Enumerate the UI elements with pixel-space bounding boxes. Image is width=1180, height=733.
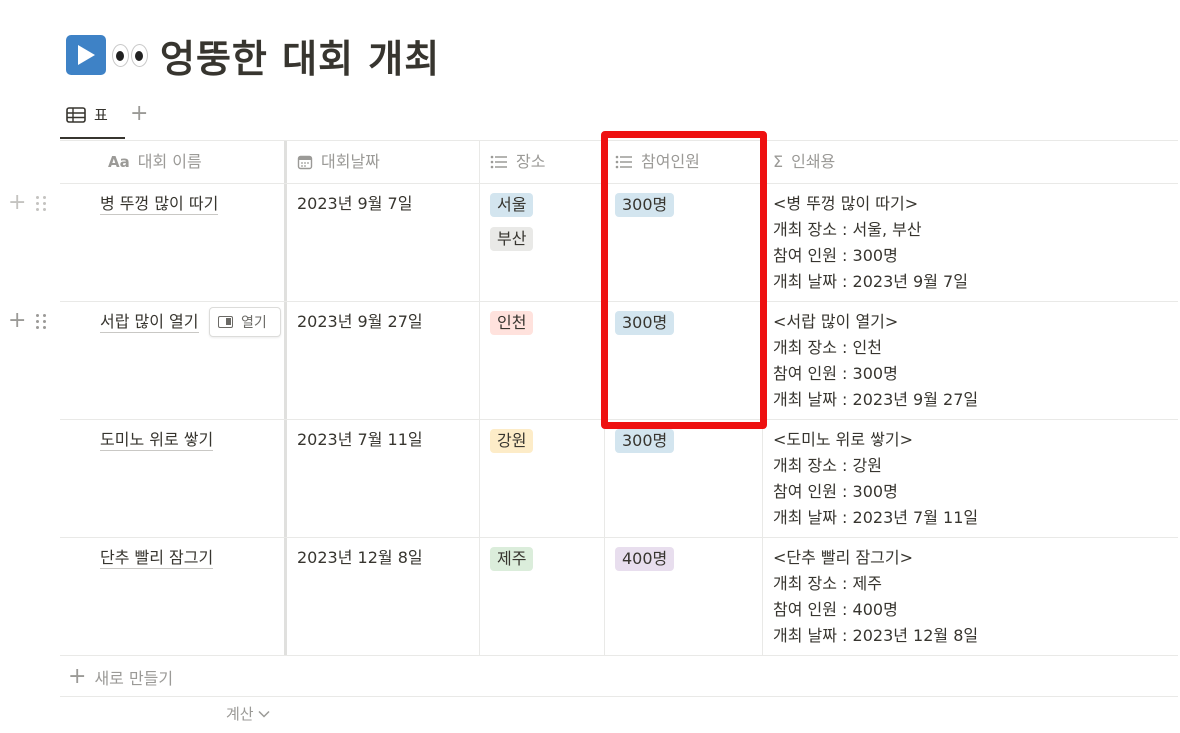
print-line: 개최 날짜 : 2023년 9월 7일 — [773, 272, 968, 291]
column-header-print[interactable]: Σ 인쇄용 — [763, 141, 1178, 183]
place-cell[interactable]: 강원 — [480, 420, 605, 537]
list-icon — [615, 155, 632, 169]
print-cell[interactable]: <도미노 위로 쌓기> 개최 장소 : 강원 참여 인원 : 300명 개최 날… — [763, 420, 1178, 537]
date-cell[interactable]: 2023년 9월 27일 — [287, 302, 480, 419]
add-row-icon[interactable]: + — [8, 192, 26, 214]
print-line: <병 뚜껑 많이 따기> — [773, 194, 919, 213]
print-line: 개최 날짜 : 2023년 7월 11일 — [773, 508, 979, 527]
title-property-icon: Aa — [108, 153, 130, 171]
print-line: <단추 빨리 잠그기> — [773, 548, 914, 567]
print-line: 참여 인원 : 300명 — [773, 364, 898, 383]
row-title[interactable]: 단추 빨리 잠그기 — [100, 548, 214, 569]
people-cell[interactable]: 400명 — [605, 538, 763, 655]
open-page-button[interactable]: 열기 — [209, 307, 281, 337]
table-header-row: Aa 대회 이름 대회날짜 장소 참여인원 Σ 인쇄용 — [60, 141, 1178, 184]
column-header-place[interactable]: 장소 — [480, 141, 605, 183]
place-cell[interactable]: 제주 — [480, 538, 605, 655]
date-cell[interactable]: 2023년 9월 7일 — [287, 184, 480, 301]
print-line: 개최 장소 : 강원 — [773, 456, 882, 475]
calculate-label: 계산 — [226, 705, 254, 723]
sigma-icon: Σ — [773, 152, 784, 171]
column-header-label: 인쇄용 — [791, 152, 836, 171]
place-tag: 제주 — [490, 547, 534, 571]
list-icon — [490, 155, 507, 169]
table-row[interactable]: 도미노 위로 쌓기 2023년 7월 11일 강원 300명 <도미노 위로 쌓… — [60, 420, 1178, 538]
open-side-peek-icon — [218, 316, 233, 328]
print-line: 개최 날짜 : 2023년 9월 27일 — [773, 390, 979, 409]
row-title[interactable]: 도미노 위로 쌓기 — [100, 430, 214, 451]
name-cell[interactable]: 도미노 위로 쌓기 — [60, 420, 287, 537]
place-tag: 부산 — [490, 227, 534, 251]
add-view-button[interactable]: + — [130, 102, 148, 126]
print-line: 참여 인원 : 300명 — [773, 482, 898, 501]
print-line: 개최 날짜 : 2023년 12월 8일 — [773, 626, 979, 645]
add-row-icon[interactable]: + — [8, 310, 26, 332]
row-title[interactable]: 병 뚜껑 많이 따기 — [100, 194, 219, 215]
chevron-down-icon — [258, 710, 270, 718]
name-cell[interactable]: 단추 빨리 잠그기 — [60, 538, 287, 655]
column-header-date[interactable]: 대회날짜 — [287, 141, 480, 183]
date-cell[interactable]: 2023년 12월 8일 — [287, 538, 480, 655]
calendar-icon — [297, 155, 313, 170]
tab-table-label: 표 — [94, 106, 108, 124]
people-tag: 300명 — [615, 429, 675, 453]
print-cell[interactable]: <단추 빨리 잠그기> 개최 장소 : 제주 참여 인원 : 400명 개최 날… — [763, 538, 1178, 655]
people-tag: 300명 — [615, 311, 675, 335]
date-cell[interactable]: 2023년 7월 11일 — [287, 420, 480, 537]
people-cell[interactable]: 300명 — [605, 420, 763, 537]
people-cell[interactable]: 300명 — [605, 184, 763, 301]
print-line: 개최 장소 : 서울, 부산 — [773, 220, 922, 239]
print-line: <서랍 많이 열기> — [773, 312, 899, 331]
people-cell[interactable]: 300명 — [605, 302, 763, 419]
date-value: 2023년 9월 27일 — [297, 312, 423, 331]
print-line: 개최 장소 : 제주 — [773, 574, 882, 593]
print-line: 개최 장소 : 인천 — [773, 338, 882, 357]
open-button-label: 열기 — [241, 315, 267, 331]
drag-handle-icon[interactable] — [36, 313, 47, 329]
place-cell[interactable]: 서울 부산 — [480, 184, 605, 301]
name-cell[interactable]: 병 뚜껑 많이 따기 — [60, 184, 287, 301]
page-title-text[interactable]: 엉뚱한 대회 개최 — [160, 28, 440, 83]
plus-icon: + — [68, 663, 87, 689]
eyes-icon — [112, 43, 148, 67]
tab-table[interactable]: 표 — [66, 104, 108, 125]
print-cell[interactable]: <병 뚜껑 많이 따기> 개최 장소 : 서울, 부산 참여 인원 : 300명… — [763, 184, 1178, 301]
page-title: 엉뚱한 대회 개최 — [66, 28, 440, 83]
play-button-icon — [66, 35, 106, 75]
column-header-label: 참여인원 — [641, 152, 700, 171]
date-value: 2023년 7월 11일 — [297, 430, 423, 449]
print-cell[interactable]: <서랍 많이 열기> 개최 장소 : 인천 참여 인원 : 300명 개최 날짜… — [763, 302, 1178, 419]
new-row-button[interactable]: + 새로 만들기 — [60, 657, 1178, 697]
table-icon — [66, 106, 86, 123]
column-header-name[interactable]: Aa 대회 이름 — [60, 141, 287, 183]
column-header-label: 대회날짜 — [321, 152, 380, 171]
row-title[interactable]: 서랍 많이 열기 — [100, 312, 199, 333]
place-tag: 강원 — [490, 429, 534, 453]
row-actions: + — [8, 309, 56, 333]
print-line: <도미노 위로 쌓기> — [773, 430, 914, 449]
row-actions: + — [8, 191, 56, 215]
place-tag: 서울 — [490, 193, 534, 217]
place-cell[interactable]: 인천 — [480, 302, 605, 419]
place-tag: 인천 — [490, 311, 534, 335]
view-tabs: 표 + — [60, 96, 1180, 140]
column-header-label: 장소 — [516, 152, 546, 171]
date-value: 2023년 12월 8일 — [297, 548, 423, 567]
new-row-label: 새로 만들기 — [94, 668, 174, 688]
print-line: 참여 인원 : 300명 — [773, 246, 898, 265]
table-row[interactable]: 단추 빨리 잠그기 2023년 12월 8일 제주 400명 <단추 빨리 잠그… — [60, 538, 1178, 656]
drag-handle-icon[interactable] — [36, 195, 47, 211]
table-row[interactable]: 병 뚜껑 많이 따기 2023년 9월 7일 서울 부산 300명 <병 뚜껑 … — [60, 184, 1178, 302]
database-table: Aa 대회 이름 대회날짜 장소 참여인원 Σ 인쇄용 병 뚜껑 많이 따기 2… — [60, 140, 1178, 656]
column-header-people[interactable]: 참여인원 — [605, 141, 763, 183]
people-tag: 300명 — [615, 193, 675, 217]
calculate-dropdown[interactable]: 계산 — [226, 703, 270, 724]
date-value: 2023년 9월 7일 — [297, 194, 413, 213]
column-header-label: 대회 이름 — [137, 152, 202, 171]
print-line: 참여 인원 : 400명 — [773, 600, 898, 619]
active-tab-indicator — [60, 137, 125, 139]
people-tag: 400명 — [615, 547, 675, 571]
